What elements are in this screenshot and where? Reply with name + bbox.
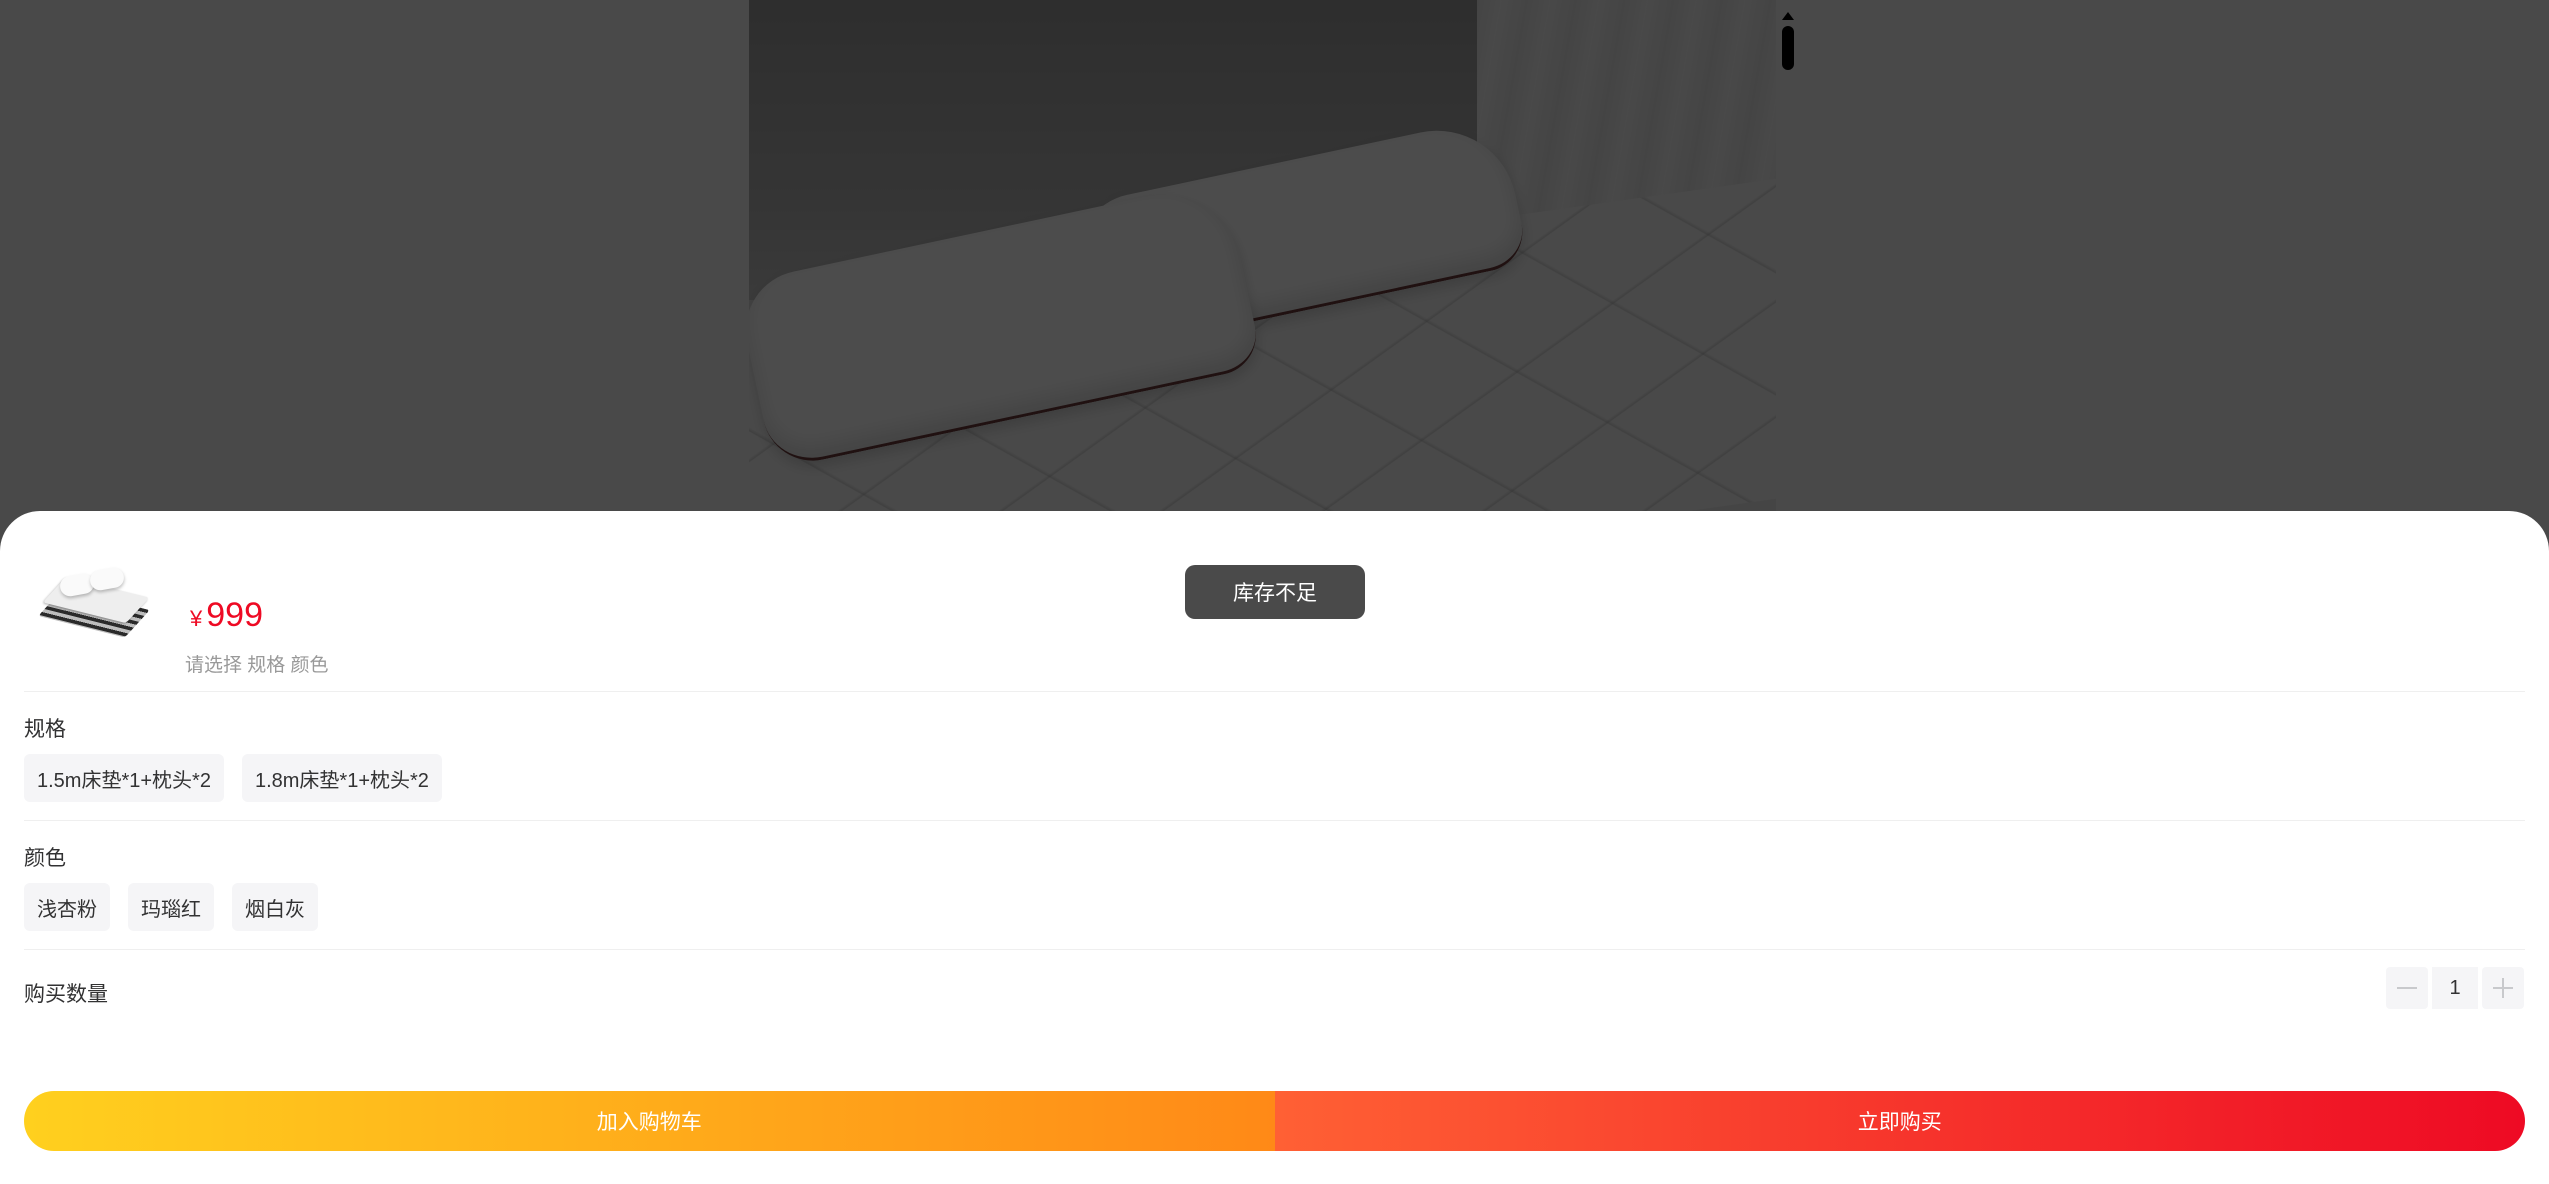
- price-currency: ¥: [190, 606, 203, 631]
- minus-icon[interactable]: [2386, 967, 2428, 1009]
- divider: [24, 691, 2525, 692]
- spec-option[interactable]: 1.5m床垫*1+枕头*2: [24, 754, 224, 802]
- color-group-title: 颜色: [24, 847, 66, 870]
- price-amount: 999: [206, 596, 263, 634]
- color-option[interactable]: 浅杏粉: [24, 883, 110, 931]
- toast-message: 库存不足: [1185, 565, 1365, 619]
- action-bar: 加入购物车 立即购买: [24, 1091, 2525, 1151]
- buy-now-button[interactable]: 立即购买: [1274, 1091, 2525, 1151]
- product-thumbnail[interactable]: [32, 549, 154, 659]
- page: ¥ 999 请选择 规格 颜色 库存不足 规格 1.5m床垫*1+枕头*2 1.…: [0, 0, 2549, 1184]
- color-options: 浅杏粉 玛瑙红 烟白灰: [24, 883, 318, 931]
- color-option[interactable]: 烟白灰: [232, 883, 318, 931]
- add-to-cart-button[interactable]: 加入购物车: [24, 1091, 1275, 1151]
- quantity-stepper: 1: [2386, 967, 2524, 1009]
- quantity-label: 购买数量: [24, 983, 108, 1006]
- thumbnail-pillow: [88, 566, 126, 592]
- sku-price: ¥ 999: [190, 596, 263, 635]
- divider: [24, 949, 2525, 950]
- quantity-value[interactable]: 1: [2432, 967, 2478, 1009]
- spec-option[interactable]: 1.8m床垫*1+枕头*2: [241, 754, 442, 802]
- spec-group-title: 规格: [24, 718, 66, 741]
- spec-options: 1.5m床垫*1+枕头*2 1.8m床垫*1+枕头*2: [24, 754, 442, 802]
- select-hint: 请选择 规格 颜色: [185, 655, 329, 676]
- color-option[interactable]: 玛瑙红: [128, 883, 214, 931]
- sku-popup: ¥ 999 请选择 规格 颜色 库存不足 规格 1.5m床垫*1+枕头*2 1.…: [0, 511, 2549, 1184]
- divider: [24, 820, 2525, 821]
- plus-icon[interactable]: [2482, 967, 2524, 1009]
